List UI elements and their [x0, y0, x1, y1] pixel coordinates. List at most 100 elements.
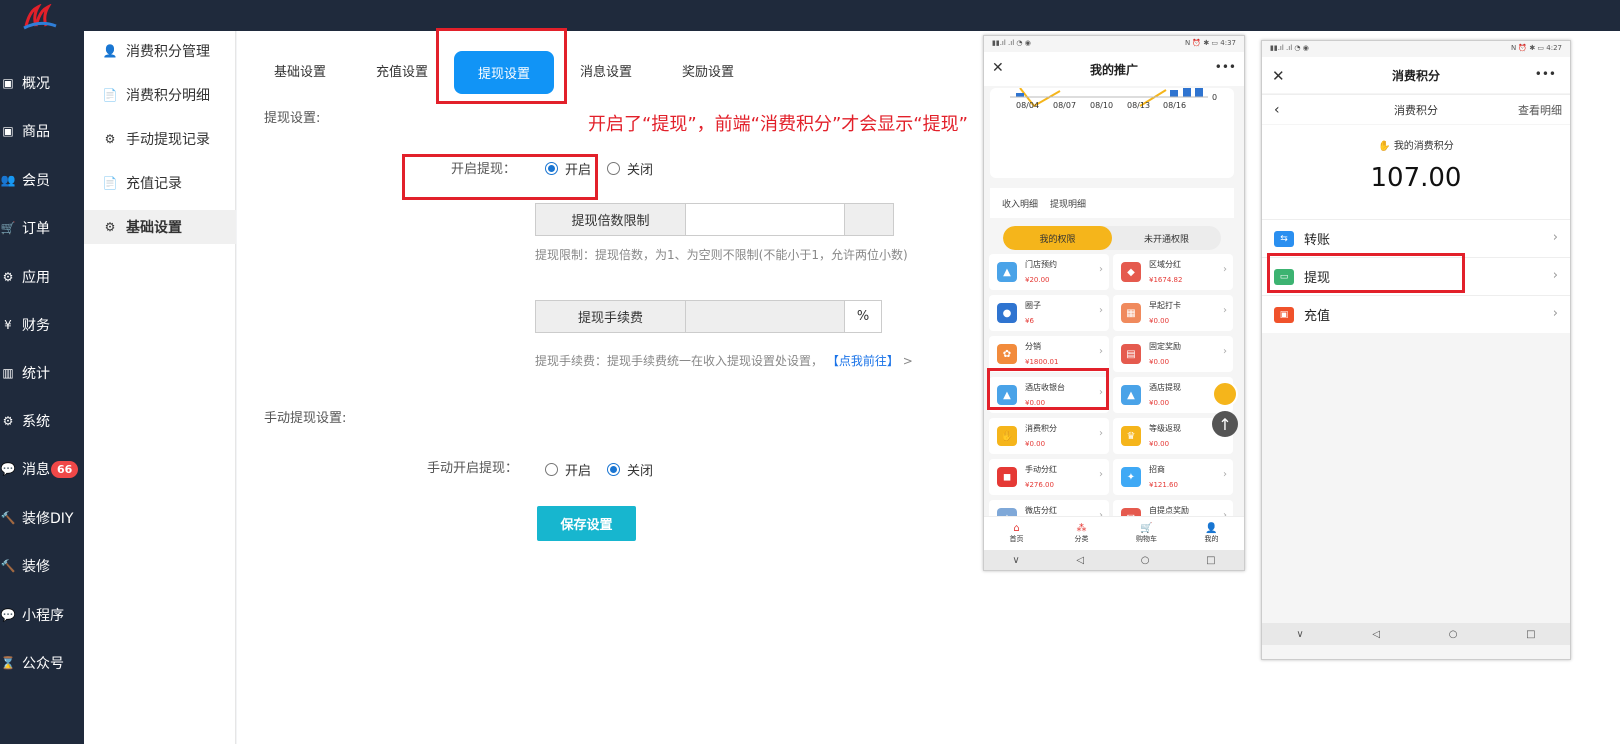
manual-withdraw-off-radio[interactable]: [607, 463, 620, 476]
phone-screenshot-promotion: ▮▮.ıl .ıl ◔ ◉ N ⏰ ✱ ▭ 4:37 我的推广 ✕ ••• 0 …: [983, 35, 1245, 571]
chevron-right-icon: ›: [1552, 268, 1558, 283]
chevron-right-icon: ›: [1099, 469, 1103, 480]
system-nav-button[interactable]: ◁: [1372, 629, 1380, 640]
permission-cell[interactable]: ▦ 早起打卡 ¥0.00 ›: [1113, 295, 1233, 331]
subnav-item-label: 消费积分管理: [126, 44, 210, 60]
status-left: ▮▮.ıl .ıl ◔ ◉: [1270, 44, 1309, 52]
sidebar-item-7[interactable]: ⚙ 系统: [0, 409, 84, 433]
permission-name: 圈子: [1025, 301, 1041, 310]
logo-icon[interactable]: [20, 4, 60, 30]
system-nav-button[interactable]: ○: [1449, 629, 1458, 640]
permission-value: ¥276.00: [1025, 481, 1054, 489]
permission-cell[interactable]: ▲ 门店预约 ¥20.00 ›: [989, 254, 1109, 290]
wechat-icon: 💬: [0, 608, 16, 622]
more-icon[interactable]: •••: [1535, 67, 1556, 81]
system-nav-button[interactable]: ∨: [1296, 629, 1303, 640]
sidebar-item-5[interactable]: ¥ 财务: [0, 313, 84, 337]
permission-name: 招商: [1149, 465, 1165, 474]
permission-cell[interactable]: ✋ 消费积分 ¥0.00 ›: [989, 418, 1109, 454]
x-tick-label: 08/13: [1127, 101, 1150, 110]
tab-basic-settings[interactable]: 基础设置: [274, 61, 326, 80]
permission-value: ¥0.00: [1149, 358, 1170, 366]
document-icon: 📄: [102, 88, 118, 102]
subnav-item-2[interactable]: ⚙ 手动提现记录: [84, 122, 236, 156]
bottom-tab-3[interactable]: 👤 我的: [1179, 517, 1244, 550]
trend-bar-4: [1195, 88, 1203, 97]
tab-message-settings[interactable]: 消息设置: [580, 61, 632, 80]
withdraw-multiple-input[interactable]: [686, 204, 844, 235]
sidebar-item-label: 消息: [22, 462, 50, 478]
view-details-link[interactable]: 查看明细: [1518, 102, 1562, 118]
permission-icon: ◆: [1121, 262, 1141, 282]
sidebar-item-0[interactable]: ▣ 概况: [0, 71, 84, 95]
points-action-row[interactable]: ▣ 充值 ›: [1262, 295, 1570, 333]
permission-cell[interactable]: ◆ 区域分红 ¥1674.82 ›: [1113, 254, 1233, 290]
customer-service-icon[interactable]: [1212, 381, 1238, 407]
save-settings-button[interactable]: 保存设置: [537, 506, 636, 541]
tab-reward-settings[interactable]: 奖励设置: [682, 61, 734, 80]
sidebar-item-11[interactable]: 💬 小程序: [0, 603, 84, 627]
sidebar-item-4[interactable]: ⚙ 应用: [0, 265, 84, 289]
gears-icon: ⚙: [104, 132, 116, 146]
go-to-settings-link[interactable]: 【点我前往】: [827, 354, 899, 368]
sidebar-item-10[interactable]: 🔨 装修: [0, 554, 84, 578]
subnav-item-0[interactable]: 👤 消费积分管理: [84, 34, 236, 68]
close-icon[interactable]: ✕: [992, 60, 1004, 76]
withdraw-fee-input[interactable]: [686, 301, 844, 332]
bottom-tab-1[interactable]: ⁂ 分类: [1049, 517, 1114, 550]
gears-icon: ⚙: [104, 220, 116, 234]
permission-cell[interactable]: ✿ 分销 ¥1800.01 ›: [989, 336, 1109, 372]
apps-icon: ⚙: [2, 270, 14, 284]
permission-cell[interactable]: ▤ 固定奖励 ¥0.00 ›: [1113, 336, 1233, 372]
tab-unopened-permissions[interactable]: 未开通权限: [1112, 226, 1221, 250]
action-icon: ⇆: [1274, 230, 1294, 247]
tab-income-detail[interactable]: 收入明细: [1002, 197, 1038, 210]
tab-my-permissions[interactable]: 我的权限: [1003, 226, 1112, 250]
system-nav-button[interactable]: ∨: [1012, 555, 1019, 566]
enable-withdraw-off-radio[interactable]: [607, 162, 620, 175]
permission-value: ¥0.00: [1149, 440, 1170, 448]
sidebar-item-3[interactable]: 🛒 订单: [0, 216, 84, 240]
manual-withdraw-on-label: 开启: [565, 464, 592, 479]
chevron-right-icon: ›: [1099, 264, 1103, 275]
sidebar-item-2[interactable]: 👥 会员: [0, 168, 84, 192]
withdraw-multiple-input-group: 提现倍数限制: [535, 203, 894, 236]
tab-withdraw-detail[interactable]: 提现明细: [1050, 197, 1086, 210]
system-nav-button[interactable]: □: [1526, 629, 1535, 640]
permission-icon: ✋: [997, 426, 1017, 446]
back-icon[interactable]: ‹: [1274, 102, 1280, 118]
bottom-tab-0[interactable]: ⌂ 首页: [984, 517, 1049, 550]
sidebar-item-1[interactable]: ▣ 商品: [0, 119, 84, 143]
sidebar-item-9[interactable]: 🔨 装修DIY: [0, 506, 84, 530]
subnav-item-1[interactable]: 📄 消费积分明细: [84, 78, 236, 112]
trend-bar-2: [1170, 90, 1178, 97]
cart-icon: 🛒: [0, 221, 16, 235]
permission-value: ¥121.60: [1149, 481, 1178, 489]
system-nav-button[interactable]: ○: [1141, 555, 1150, 566]
system-nav-button[interactable]: ◁: [1076, 555, 1084, 566]
top-bar: [0, 0, 1620, 31]
status-bar: ▮▮.ıl .ıl ◔ ◉ N ⏰ ✱ ▭ 4:37: [984, 36, 1244, 52]
permission-cell[interactable]: ✦ 招商 ¥121.60 ›: [1113, 459, 1233, 495]
back-to-top-icon[interactable]: ↑: [1212, 411, 1238, 437]
subnav-item-3[interactable]: 📄 充值记录: [84, 166, 236, 200]
system-nav-bar: ∨ ◁ ○ □: [1262, 623, 1570, 645]
chevron-right-icon: ›: [1099, 346, 1103, 357]
more-icon[interactable]: •••: [1215, 60, 1236, 74]
withdraw-multiple-addon: [844, 204, 893, 235]
x-tick-label: 08/04: [1016, 101, 1039, 110]
subnav-item-4[interactable]: ⚙ 基础设置: [84, 210, 236, 244]
manual-withdraw-on-radio[interactable]: [545, 463, 558, 476]
close-icon[interactable]: ✕: [1272, 67, 1285, 85]
points-action-row[interactable]: ⇆ 转账 ›: [1262, 219, 1570, 257]
sidebar-item-12[interactable]: ⌛ 公众号: [0, 651, 84, 675]
permission-cell[interactable]: ◼ 手动分红 ¥276.00 ›: [989, 459, 1109, 495]
sidebar-item-6[interactable]: ▥ 统计: [0, 361, 84, 385]
enable-withdraw-on-radio[interactable]: [545, 162, 558, 175]
bottom-tab-2[interactable]: 🛒 购物车: [1114, 517, 1179, 550]
tab-recharge-settings[interactable]: 充值设置: [376, 61, 428, 80]
system-nav-button[interactable]: □: [1206, 555, 1215, 566]
subnav-item-label: 充值记录: [126, 176, 182, 192]
permission-cell[interactable]: ● 圈子 ¥6 ›: [989, 295, 1109, 331]
detail-tabs: 收入明细 提现明细: [990, 188, 1234, 218]
